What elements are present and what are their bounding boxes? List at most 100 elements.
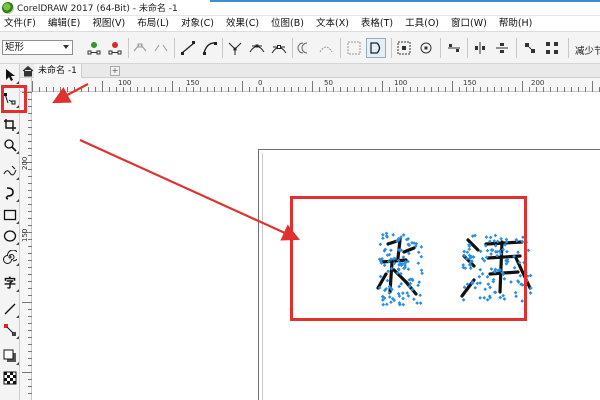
menu-tools[interactable]: 工具(O) <box>401 16 447 32</box>
zoom-icon <box>4 139 17 152</box>
artistic-media-icon <box>5 187 14 200</box>
flyout-indicator <box>16 242 19 245</box>
drop-shadow-icon <box>3 349 16 362</box>
stretch-nodes-icon <box>397 41 411 55</box>
toolbar-separator <box>391 38 392 58</box>
mirror-horizontal-icon <box>475 42 485 54</box>
menu-layout[interactable]: 布局(L) <box>133 16 177 32</box>
mirror-horizontal-button[interactable] <box>470 38 490 58</box>
to-curve-button[interactable] <box>200 38 220 58</box>
menu-window[interactable]: 窗口(W) <box>447 16 495 32</box>
zoom-tool-button[interactable] <box>1 136 19 154</box>
close-curve-button[interactable] <box>366 38 386 58</box>
smooth-node-icon <box>249 44 265 53</box>
mirror-vertical-button[interactable] <box>492 38 512 58</box>
spiral-tool-button[interactable] <box>1 248 19 266</box>
toolbox: 字 <box>0 64 20 400</box>
menu-edit[interactable]: 编辑(E) <box>44 16 88 32</box>
ruler-label: 150 <box>21 228 29 242</box>
flyout-indicator <box>16 151 19 154</box>
text-tool-button[interactable]: 字 <box>1 274 19 292</box>
extract-subpath-button[interactable] <box>344 38 364 58</box>
ruler-label: 50 <box>324 79 333 87</box>
artistic-media-tool-button[interactable] <box>1 184 19 202</box>
add-node-button[interactable] <box>84 38 104 58</box>
cusp-node-button[interactable] <box>225 38 245 58</box>
break-curve-icon <box>154 44 168 52</box>
flyout-indicator <box>16 263 19 266</box>
rectangle-tool-button[interactable] <box>1 206 19 224</box>
stretch-nodes-button[interactable] <box>394 38 414 58</box>
vertical-ruler[interactable]: 200 150 <box>20 92 32 400</box>
to-line-button[interactable] <box>178 38 198 58</box>
flyout-indicator <box>16 315 19 318</box>
horizontal-ruler[interactable]: 100 150 0 50 100 150 200 <box>32 78 600 92</box>
ellipse-icon <box>3 230 17 242</box>
blend-tool-button[interactable] <box>1 321 19 339</box>
symmetrical-node-button[interactable] <box>269 38 289 58</box>
close-curve-icon <box>370 42 381 54</box>
join-nodes-button[interactable] <box>130 38 150 58</box>
artwork-highlight <box>290 196 527 321</box>
extract-subpath-icon <box>347 41 361 55</box>
toolbar-separator <box>516 38 517 58</box>
toolbar-separator <box>340 38 341 58</box>
shape-type-value: 矩形 <box>5 42 25 53</box>
pick-tool-button[interactable] <box>1 66 19 84</box>
menu-bar: 文件(F) 编辑(E) 视图(V) 布局(L) 对象(C) 效果(C) 位图(B… <box>0 16 600 32</box>
menu-object[interactable]: 对象(C) <box>177 16 222 32</box>
accent-strip <box>210 0 600 2</box>
spiral-icon <box>3 250 17 264</box>
freehand-icon <box>3 165 17 176</box>
menu-text[interactable]: 文本(X) <box>312 16 357 32</box>
drop-shadow-tool-button[interactable] <box>1 347 19 365</box>
toolbar-separator <box>440 38 441 58</box>
ruler-label: 100 <box>118 79 132 87</box>
rotate-nodes-button[interactable] <box>416 38 436 58</box>
toolbar-separator <box>222 38 223 58</box>
cusp-node-icon <box>228 42 242 55</box>
smooth-node-button[interactable] <box>247 38 267 58</box>
document-tab[interactable]: 未命名 -1 <box>34 64 82 78</box>
chevron-down-icon <box>63 45 69 49</box>
reduce-nodes-button[interactable]: 减少节 <box>575 43 600 57</box>
delete-node-button[interactable] <box>105 38 125 58</box>
extend-curve-button[interactable] <box>316 38 336 58</box>
toolbar-separator <box>128 38 129 58</box>
ruler-ticks <box>22 92 32 394</box>
ellipse-tool-button[interactable] <box>1 227 19 245</box>
menu-bitmaps[interactable]: 位图(B) <box>267 16 312 32</box>
flyout-indicator <box>16 199 19 202</box>
interactive-fill-tool-button[interactable] <box>1 369 19 387</box>
menu-effects[interactable]: 效果(C) <box>222 16 267 32</box>
menu-view[interactable]: 视图(V) <box>88 16 133 32</box>
ruler-label: 0 <box>258 79 263 87</box>
menu-file[interactable]: 文件(F) <box>0 16 44 32</box>
select-all-nodes-button[interactable] <box>542 38 562 58</box>
toolbar-separator <box>292 38 293 58</box>
shape-type-dropdown[interactable]: 矩形 <box>2 40 73 55</box>
ruler-label: 100 <box>394 79 408 87</box>
page-shadow <box>262 153 263 400</box>
flyout-indicator <box>16 362 19 365</box>
blend-icon <box>4 324 16 336</box>
coreldraw-logo-icon <box>2 1 14 14</box>
add-document-button[interactable]: + <box>110 66 120 76</box>
home-icon[interactable] <box>22 65 34 77</box>
extend-curve-icon <box>319 46 333 53</box>
break-curve-button[interactable] <box>151 38 171 58</box>
join-nodes-icon <box>133 43 147 52</box>
align-nodes-button[interactable] <box>444 38 464 58</box>
crop-tool-button[interactable] <box>1 116 19 134</box>
elastic-mode-button[interactable] <box>520 38 540 58</box>
title-bar: CorelDRAW 2017 (64-Bit) - 未命名 -1 <box>0 0 600 16</box>
connector-tool-button[interactable] <box>1 300 19 318</box>
window-title: CorelDRAW 2017 (64-Bit) - 未命名 -1 <box>17 4 178 14</box>
add-node-icon <box>87 42 101 55</box>
flyout-indicator <box>16 336 19 339</box>
freehand-tool-button[interactable] <box>1 162 19 180</box>
reverse-direction-button[interactable] <box>294 38 314 58</box>
menu-help[interactable]: 帮助(H) <box>495 16 541 32</box>
menu-table[interactable]: 表格(T) <box>357 16 401 32</box>
connector-icon <box>4 303 16 315</box>
